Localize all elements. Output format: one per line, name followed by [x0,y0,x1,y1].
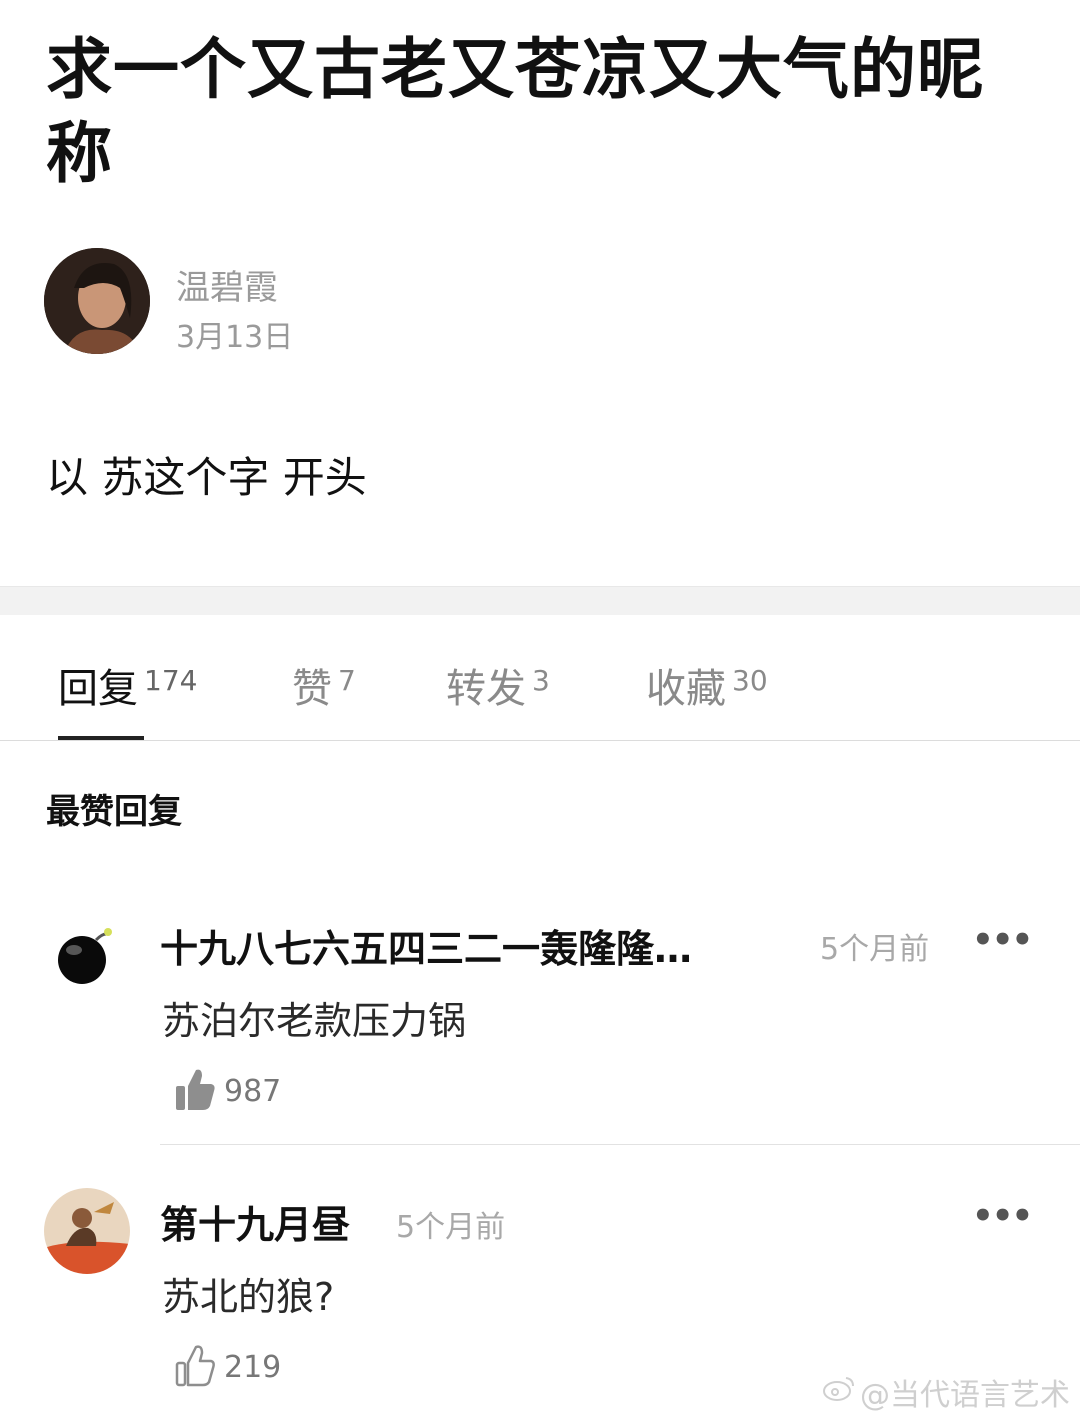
reply-username[interactable]: 第十九月昼 [160,1194,350,1249]
tabs-border [0,740,1080,741]
tab-label: 回复 [58,666,138,712]
reply-text: 苏泊尔老款压力锅 [162,999,467,1043]
thumbs-up-outline-icon [174,1342,216,1392]
tab-bar: 回复 174 赞 7 转发 3 收藏 30 [0,614,1080,740]
like-button[interactable]: 219 [174,1342,281,1392]
tab-label: 赞 [292,666,332,712]
tab-reposts[interactable]: 转发 3 [446,656,550,714]
post-date: 3月13日 [176,320,294,355]
reply-avatar[interactable] [44,1188,130,1274]
tab-count: 174 [144,664,198,697]
thumbs-up-filled-icon [174,1066,216,1116]
post-title: 求一个又古老又苍凉又大气的昵称 [46,31,984,192]
tab-label: 收藏 [646,666,726,712]
post-body: 以 苏这个字 开头 [46,453,367,502]
tab-count: 30 [732,664,768,697]
watermark: @当代语言艺术 [822,1370,1070,1414]
like-button[interactable]: 987 [174,1066,281,1116]
section-heading: 最赞回复 [46,792,182,832]
weibo-logo-icon [822,1374,856,1410]
author-name[interactable]: 温碧霞 [176,260,278,309]
section-divider [0,586,1080,615]
tab-favorites[interactable]: 收藏 30 [646,656,768,714]
tab-count: 7 [338,664,356,697]
reply-username[interactable]: 十九八七六五四三二一轰隆隆… [160,918,692,973]
tab-replies[interactable]: 回复 174 [58,656,197,714]
watermark-text: @当代语言艺术 [860,1378,1070,1413]
bomb-avatar[interactable] [52,924,116,988]
more-options-button[interactable]: ••• [972,920,1033,960]
more-options-button[interactable]: ••• [972,1196,1033,1236]
like-count: 219 [224,1349,282,1385]
reply-time: 5个月前 [396,1210,506,1245]
like-count: 987 [224,1073,282,1109]
tab-label: 转发 [446,666,526,712]
reply-text: 苏北的狼? [162,1275,335,1319]
author-avatar[interactable] [44,248,150,354]
reply-divider [160,1144,1080,1145]
tab-likes[interactable]: 赞 7 [292,656,356,714]
tab-count: 3 [532,664,550,697]
reply-time: 5个月前 [820,932,930,967]
